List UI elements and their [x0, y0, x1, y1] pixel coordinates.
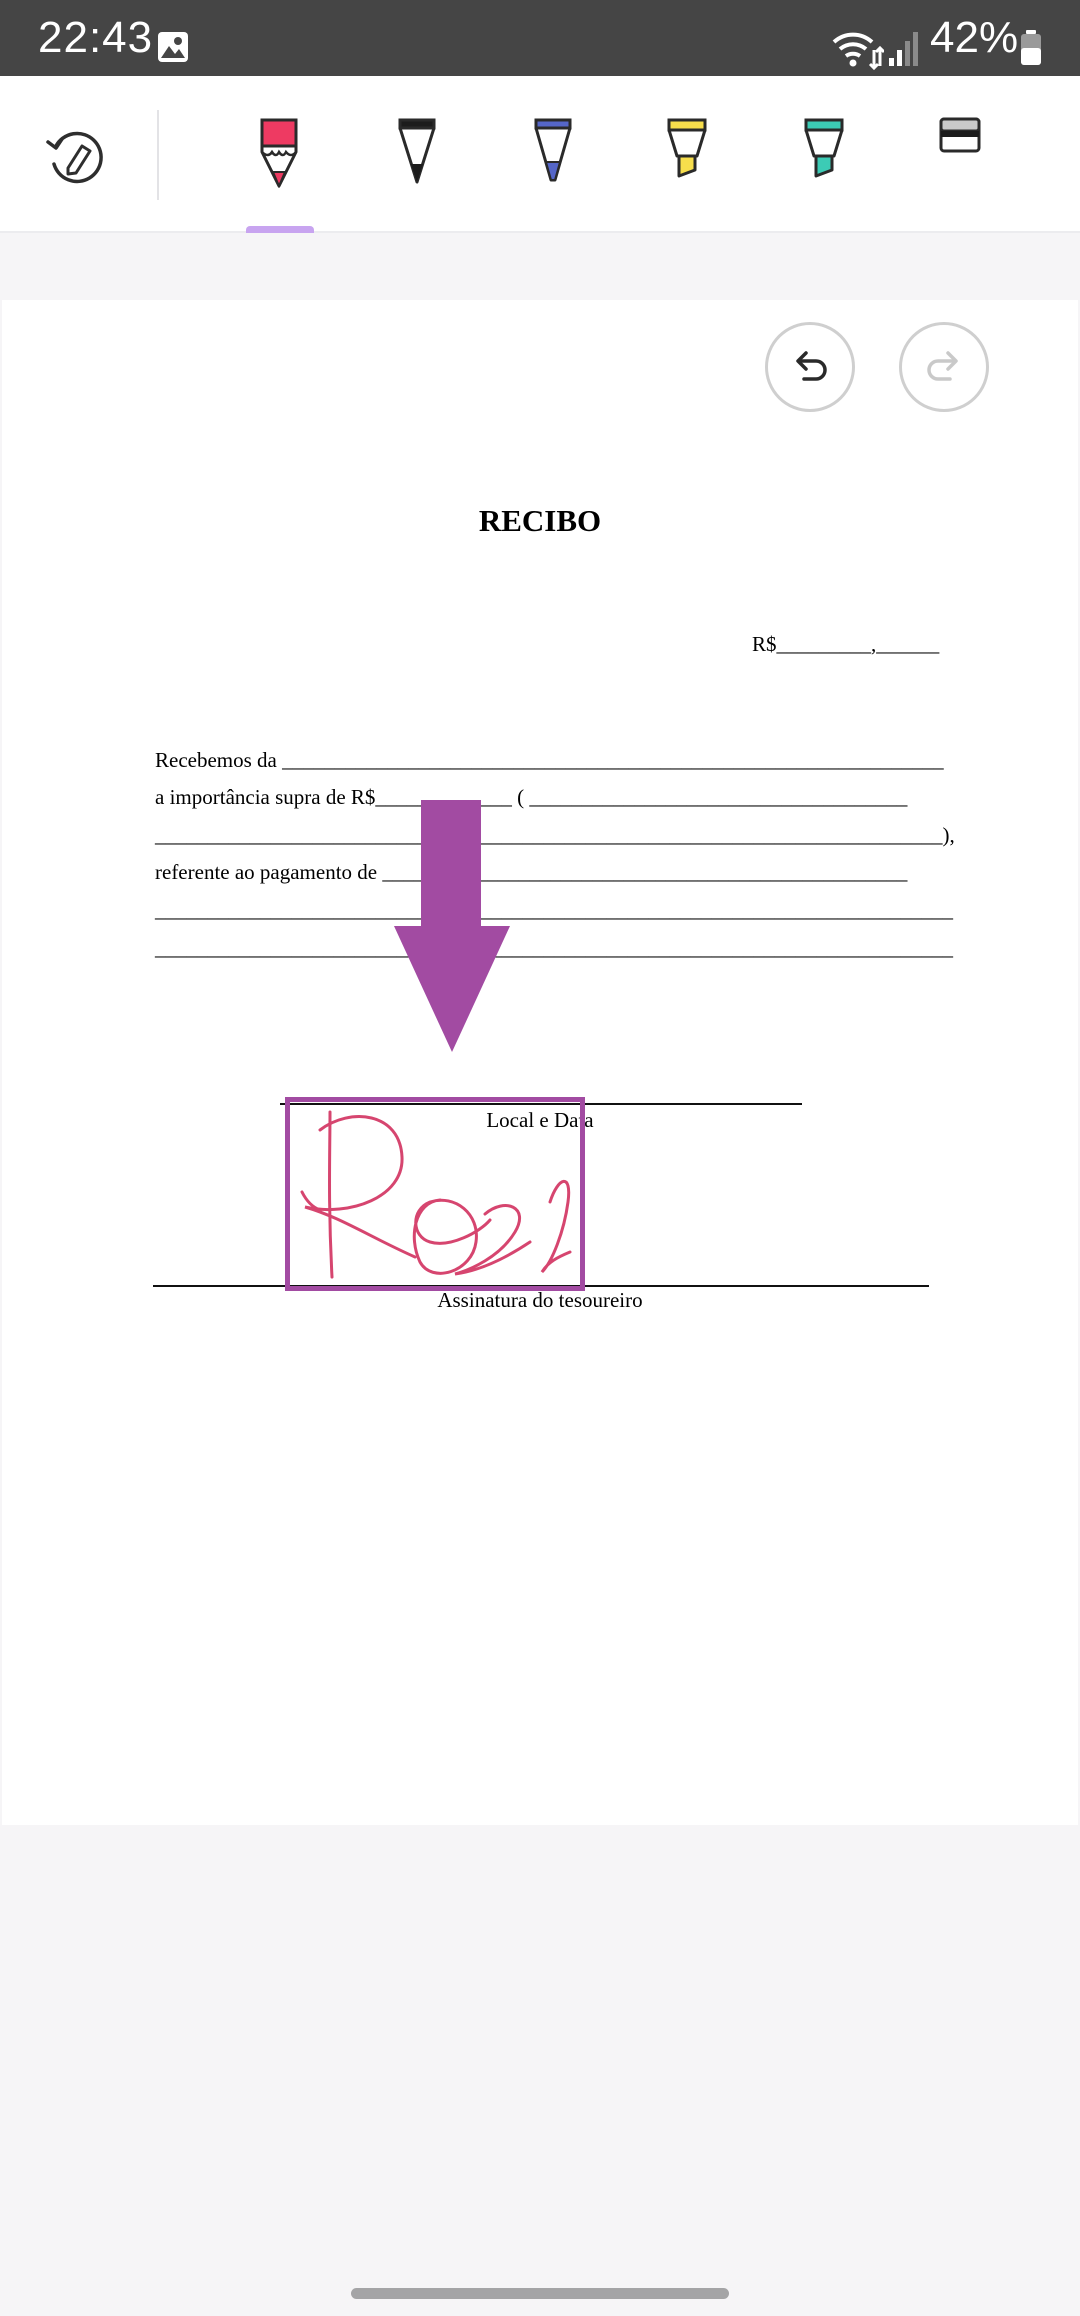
- wifi-icon: [832, 32, 884, 70]
- signal-icon: [889, 32, 918, 66]
- status-bar: 22:43 42%: [0, 0, 1080, 76]
- receipt-line: Recebemos da ___________________________…: [155, 748, 944, 772]
- pen-toolbar: [0, 76, 1080, 233]
- pen-red-icon[interactable]: [258, 116, 300, 188]
- amount-field: R$_________,______: [752, 632, 940, 656]
- status-time: 22:43: [38, 13, 154, 62]
- receipt-line: ________________________________________…: [155, 936, 953, 960]
- pen-blue-icon[interactable]: [532, 116, 574, 188]
- document-title: RECIBO: [478, 503, 602, 538]
- marker-yellow-icon[interactable]: [665, 116, 709, 188]
- redo-icon: [927, 351, 958, 381]
- receipt-line: ________________________________________…: [155, 898, 953, 922]
- marker-teal-icon[interactable]: [802, 116, 846, 188]
- undo-button[interactable]: [765, 322, 855, 412]
- battery-icon: [1021, 30, 1041, 65]
- history-eraser-icon[interactable]: [44, 124, 110, 190]
- gesture-navigation-bar[interactable]: [351, 2288, 729, 2299]
- pen-black-icon[interactable]: [396, 116, 438, 188]
- receipt-line: a importância supra de R$_____________ (…: [155, 785, 908, 809]
- eraser-icon[interactable]: [938, 116, 982, 154]
- redo-button[interactable]: [899, 322, 989, 412]
- signature-label: Assinatura do tesoureiro: [437, 1288, 643, 1312]
- undo-icon: [796, 351, 827, 381]
- receipt-line: ________________________________________…: [155, 823, 955, 847]
- handwritten-signature: [300, 1110, 572, 1279]
- receipt-line: referente ao pagamento de ______________…: [155, 860, 908, 884]
- annotation-arrow-icon: [394, 800, 510, 1052]
- battery-percent: 42%: [930, 13, 1019, 62]
- selected-tool-indicator: [246, 226, 314, 233]
- gallery-icon: [158, 32, 188, 62]
- signature-highlight-box: [285, 1097, 585, 1291]
- document-page[interactable]: RECIBO R$_________,______ Recebemos da _…: [2, 300, 1078, 1825]
- toolbar-divider: [157, 110, 159, 200]
